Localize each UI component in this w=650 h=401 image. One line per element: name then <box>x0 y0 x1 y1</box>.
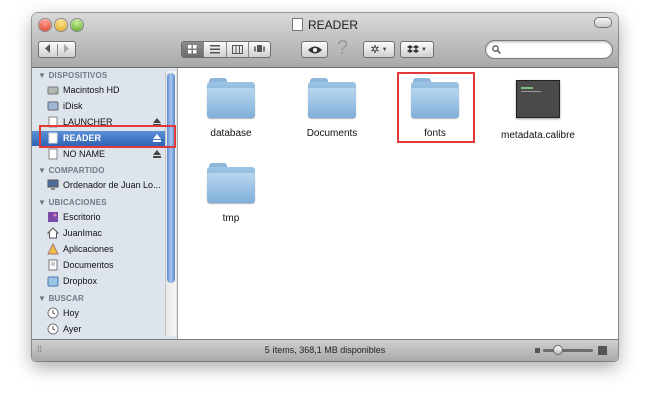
file-icon-view: database Documents fonts metadata.calibr… <box>178 68 618 339</box>
dropbox-icon <box>47 276 59 287</box>
volume-icon <box>48 148 58 160</box>
sidebar-item-idisk[interactable]: iDisk <box>32 99 168 114</box>
title-bar: READER ? ✲ ▼ ▼ <box>32 13 618 68</box>
sidebar-item-escritorio[interactable]: Escritorio <box>32 210 168 225</box>
fonts-highlight-box <box>397 72 475 143</box>
search-input[interactable] <box>504 42 608 58</box>
dropbox-icon <box>407 44 420 53</box>
sidebar-item-aplicaciones[interactable]: Aplicaciones <box>32 242 168 257</box>
coverflow-view-icon <box>253 45 265 52</box>
quicklook-button[interactable] <box>301 41 328 58</box>
home-icon <box>47 227 59 239</box>
icon-size-slider-knob[interactable] <box>553 345 563 355</box>
file-item-tmp[interactable]: tmp <box>186 163 276 224</box>
back-button[interactable] <box>39 43 58 56</box>
column-view-button[interactable] <box>225 42 248 57</box>
sidebar-item-ayer[interactable]: Ayer <box>32 322 168 337</box>
folder-icon <box>207 78 255 118</box>
list-view-icon <box>209 45 220 54</box>
forward-button[interactable] <box>58 43 76 56</box>
reader-highlight-box <box>39 125 176 148</box>
sidebar-header-devices: ▼ DISPOSITIVOS <box>38 71 108 80</box>
window-title: READER <box>32 18 618 32</box>
sidebar-header-shared: ▼ COMPARTIDO <box>38 166 105 175</box>
column-view-icon <box>231 45 243 54</box>
sidebar-item-shared-computer[interactable]: Ordenador de Juan Lo... <box>32 178 168 193</box>
disclosure-triangle-icon[interactable]: ▼ <box>38 294 46 303</box>
icon-size-slider[interactable] <box>543 345 593 355</box>
sidebar-item-hoy[interactable]: Hoy <box>32 306 168 321</box>
back-forward-control <box>38 41 76 58</box>
disclosure-triangle-icon[interactable]: ▼ <box>38 198 46 207</box>
action-menu-button[interactable]: ✲ ▼ <box>363 41 395 58</box>
volume-icon <box>291 18 303 31</box>
disclosure-triangle-icon[interactable]: ▼ <box>38 166 46 175</box>
disclosure-triangle-icon[interactable]: ▼ <box>38 71 46 80</box>
sidebar-item-dropbox[interactable]: Dropbox <box>32 274 168 289</box>
documents-icon <box>48 259 58 271</box>
search-icon <box>492 45 501 54</box>
sidebar-item-documentos[interactable]: Documentos <box>32 258 168 273</box>
sidebar-item-juanimac[interactable]: JuanImac <box>32 226 168 241</box>
idisk-icon <box>47 101 59 111</box>
file-item-metadata-calibre[interactable]: metadata.calibre <box>493 78 583 141</box>
sidebar-scrollbar[interactable] <box>165 71 176 336</box>
chevron-left-icon <box>44 43 50 53</box>
sidebar-item-macintosh-hd[interactable]: Macintosh HD <box>32 83 168 98</box>
file-item-database[interactable]: database <box>186 78 276 139</box>
finder-window: READER ? ✲ ▼ ▼ ▼ DISPOSITIVOS Macintosh … <box>32 13 618 361</box>
toolbar-toggle-button[interactable] <box>594 17 612 28</box>
sidebar-header-places: ▼ UBICACIONES <box>38 198 107 207</box>
status-bar: ⁞⁞ 5 ítems, 368,1 MB disponibles <box>32 339 618 361</box>
clock-icon <box>47 307 59 319</box>
eject-icon[interactable] <box>153 150 161 158</box>
status-text: 5 ítems, 368,1 MB disponibles <box>264 345 386 355</box>
chevron-right-icon <box>64 43 70 53</box>
chevron-down-icon: ▼ <box>381 46 388 53</box>
folder-icon <box>207 163 255 203</box>
file-item-documents[interactable]: Documents <box>287 78 377 139</box>
coverflow-view-button[interactable] <box>247 42 270 57</box>
view-mode-control <box>181 41 271 58</box>
sidebar-header-search: ▼ BUSCAR <box>38 294 84 303</box>
list-view-button[interactable] <box>203 42 225 57</box>
sidebar: ▼ DISPOSITIVOS Macintosh HD iDisk LAUNCH… <box>32 68 178 339</box>
gear-icon: ✲ <box>370 44 380 56</box>
eye-icon <box>307 46 322 53</box>
help-icon[interactable]: ? <box>337 37 348 60</box>
folder-icon <box>308 78 356 118</box>
clock-icon <box>47 323 59 335</box>
icon-view-icon <box>188 45 197 54</box>
sidebar-item-no-name[interactable]: NO NAME <box>32 147 168 162</box>
small-icon-size-icon <box>535 348 540 353</box>
desktop-icon <box>48 212 58 222</box>
computer-icon <box>47 179 59 190</box>
eject-icon[interactable] <box>153 118 161 126</box>
search-field[interactable] <box>485 40 613 59</box>
large-icon-size-icon <box>598 346 607 355</box>
dropbox-menu-button[interactable]: ▼ <box>400 41 434 58</box>
sidebar-scroll-thumb[interactable] <box>167 73 175 283</box>
chevron-down-icon: ▼ <box>421 46 427 53</box>
applications-icon <box>47 243 59 255</box>
hard-drive-icon <box>47 86 59 95</box>
icon-view-button[interactable] <box>182 42 204 57</box>
document-icon <box>516 80 560 118</box>
